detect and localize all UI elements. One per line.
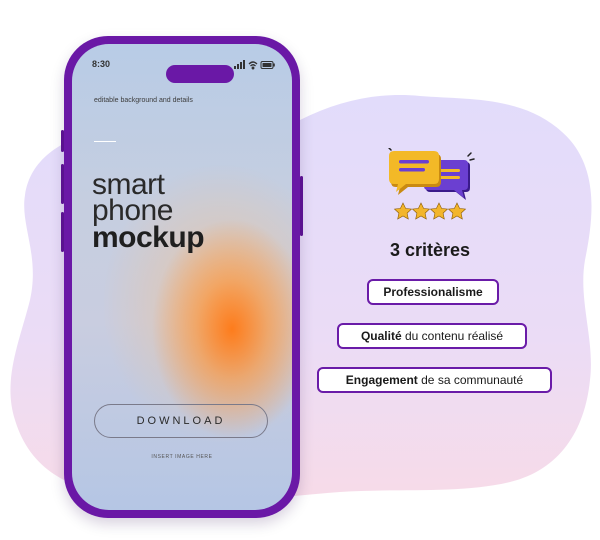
star-icon: [429, 202, 449, 220]
status-bar: 8:30: [90, 58, 276, 83]
editable-caption: editable background and details: [94, 97, 193, 104]
side-button-left-1: [61, 130, 64, 152]
signal-icon: [234, 60, 245, 69]
download-button[interactable]: DOWNLOAD: [94, 404, 268, 438]
criterion-engagement: Engagement de sa communauté: [317, 367, 552, 393]
side-button-left-3: [61, 212, 64, 252]
headline-mockup: mockup: [92, 221, 205, 254]
star-icon: [411, 202, 431, 220]
chat-bubbles-rating-icon: [388, 148, 475, 220]
criterion-bold: Professionalisme: [383, 285, 483, 299]
dynamic-island: [166, 65, 234, 83]
criterion-rest: du contenu réalisé: [401, 329, 504, 343]
smartphone-mockup: 8:30 editable background and details sma…: [61, 36, 303, 518]
criterion-bold: Qualité: [360, 329, 402, 343]
criterion-professionalism: Professionalisme: [367, 279, 499, 305]
criteria-title: 3 critères: [389, 240, 471, 260]
status-time: 8:30: [92, 59, 111, 69]
insert-image-label: INSERT IMAGE HERE: [151, 454, 213, 460]
side-button-left-2: [61, 164, 64, 204]
divider-dash: [94, 141, 116, 142]
battery-icon: [260, 61, 275, 69]
wifi-icon: [248, 61, 258, 70]
phone-screen: 8:30 editable background and details sma…: [72, 44, 292, 510]
star-icon: [447, 202, 467, 220]
star-icon: [393, 202, 413, 220]
criterion-rest: de sa communauté: [417, 373, 524, 387]
side-button-right: [300, 176, 303, 236]
rating-stars: [393, 202, 467, 220]
criterion-bold: Engagement: [345, 373, 418, 387]
criterion-quality: Qualité du contenu réalisé: [337, 323, 527, 349]
system-status-icons: [234, 60, 275, 70]
